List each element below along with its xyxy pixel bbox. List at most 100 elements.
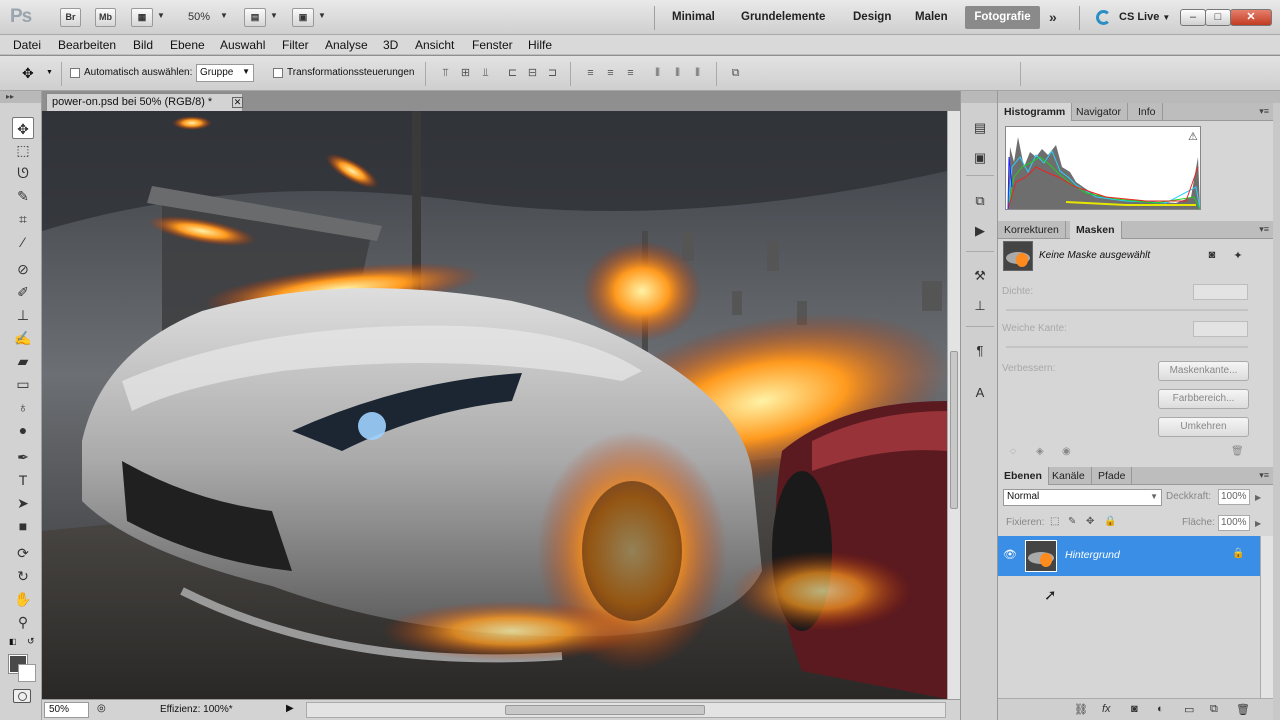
tab-info[interactable]: Info	[1132, 103, 1163, 121]
tab-masken[interactable]: Masken	[1070, 221, 1122, 239]
quick-mask-mode-button[interactable]	[13, 689, 31, 703]
cslive-menu[interactable]: CS Live ▼	[1119, 11, 1170, 23]
menu-3d[interactable]: 3D	[383, 38, 398, 52]
history-brush-tool[interactable]: ✍	[12, 327, 34, 349]
distribute-vcenter-icon[interactable]: ≡	[603, 67, 618, 79]
workspace-fotografie[interactable]: Fotografie	[965, 6, 1040, 29]
distribute-right-icon[interactable]: ⦀	[690, 67, 705, 79]
distribute-top-icon[interactable]: ≡	[583, 67, 598, 79]
more-workspaces-button[interactable]: »	[1049, 9, 1057, 25]
distribute-hcenter-icon[interactable]: ⦀	[670, 67, 685, 79]
align-right-icon[interactable]: ⊐	[545, 67, 560, 79]
new-layer-icon[interactable]: ⧉	[1210, 703, 1218, 716]
density-field[interactable]	[1193, 284, 1248, 300]
canvas-horizontal-scrollbar[interactable]	[306, 702, 946, 718]
swap-colors-icon[interactable]: ↺	[27, 636, 35, 647]
align-hcenter-icon[interactable]: ⊟	[525, 67, 540, 79]
trash-icon[interactable]: 🗑	[1231, 446, 1244, 457]
chevron-down-icon[interactable]: ▼	[157, 11, 165, 20]
lock-position-icon[interactable]: ✥	[1086, 516, 1094, 527]
paragraph-panel-icon[interactable]: ¶	[970, 341, 990, 361]
apply-mask-icon[interactable]: ◈	[1036, 446, 1044, 457]
align-left-icon[interactable]: ⊏	[505, 67, 520, 79]
minimize-button[interactable]: –	[1180, 9, 1206, 26]
fill-arrow-icon[interactable]: ▶	[1255, 519, 1261, 528]
cache-warning-icon[interactable]: ⚠	[1188, 130, 1198, 143]
quick-selection-tool[interactable]: ✎	[12, 185, 34, 207]
path-selection-tool[interactable]: ➤	[12, 492, 34, 514]
disable-mask-icon[interactable]: ◉	[1062, 446, 1071, 457]
tab-kanaele[interactable]: Kanäle	[1046, 467, 1092, 485]
menu-analyse[interactable]: Analyse	[325, 38, 368, 52]
menu-datei[interactable]: Datei	[13, 38, 41, 52]
zoom-level[interactable]: 50%	[188, 11, 210, 23]
tab-histogramm[interactable]: Histogramm	[998, 103, 1073, 121]
feather-field[interactable]	[1193, 321, 1248, 337]
mask-edge-button[interactable]: Maskenkante...	[1158, 361, 1249, 381]
hand-tool[interactable]: ✋	[12, 588, 34, 610]
workspace-design[interactable]: Design	[853, 11, 891, 23]
feather-slider[interactable]	[1006, 346, 1248, 348]
panel-menu-icon[interactable]: ▾≡	[1259, 470, 1269, 481]
pixel-mask-icon[interactable]: ◙	[1204, 249, 1220, 265]
tab-korrekturen[interactable]: Korrekturen	[998, 221, 1066, 239]
pen-tool[interactable]: ✒	[12, 446, 34, 468]
new-group-icon[interactable]: ▭	[1184, 703, 1194, 716]
bridge-button[interactable]: Br	[60, 8, 81, 27]
lasso-tool[interactable]: ᘎ	[12, 162, 34, 184]
trash-icon[interactable]: 🗑	[1236, 703, 1250, 716]
opacity-field[interactable]: 100%	[1218, 489, 1250, 505]
menu-auswahl[interactable]: Auswahl	[220, 38, 265, 52]
load-selection-icon[interactable]: ◌	[1010, 446, 1016, 457]
adjustment-layer-icon[interactable]: ◐	[1157, 703, 1164, 715]
eraser-tool[interactable]: ▰	[12, 350, 34, 372]
workspace-malen[interactable]: Malen	[915, 11, 948, 23]
tab-pfade[interactable]: Pfade	[1092, 467, 1133, 485]
scroll-thumb[interactable]	[950, 351, 958, 509]
blend-mode-dropdown[interactable]: Normal ▼	[1003, 489, 1162, 506]
workspace-minimal[interactable]: Minimal	[672, 11, 715, 23]
tab-ebenen[interactable]: Ebenen	[998, 467, 1049, 485]
status-menu-arrow-icon[interactable]: ▶	[286, 703, 294, 714]
menu-filter[interactable]: Filter	[282, 38, 309, 52]
panels-collapse-handle[interactable]	[998, 91, 1280, 103]
canvas-vertical-scrollbar[interactable]	[947, 111, 960, 699]
cslive-icon[interactable]	[1096, 10, 1111, 25]
layers-scrollbar[interactable]	[1260, 536, 1273, 698]
opacity-arrow-icon[interactable]: ▶	[1255, 493, 1261, 502]
default-colors-icon[interactable]: ◧	[9, 637, 17, 646]
blur-tool[interactable]: ♁	[12, 396, 34, 418]
tools-collapse-handle[interactable]: ▸▸	[0, 91, 41, 103]
density-slider[interactable]	[1006, 309, 1248, 311]
zoom-tool[interactable]: ⚲	[12, 611, 34, 633]
lock-transparent-icon[interactable]: ⬚	[1050, 516, 1059, 527]
screen-mode-button[interactable]: ▣	[292, 8, 314, 27]
animation-panel-icon[interactable]: ▶	[970, 221, 990, 241]
3d-rotate-tool[interactable]: ⟳	[12, 542, 34, 564]
eyedropper-tool[interactable]: ⁄	[12, 231, 34, 253]
arrange-documents-button[interactable]: ▤	[244, 8, 266, 27]
link-layers-icon[interactable]: ⛓	[1074, 703, 1088, 716]
chevron-down-icon[interactable]: ▼	[318, 11, 326, 20]
background-color-swatch[interactable]	[18, 664, 36, 682]
align-bottom-icon[interactable]: ⫫	[478, 67, 493, 79]
transform-controls-checkbox[interactable]	[273, 68, 283, 78]
brush-panel-icon[interactable]: ⚒	[970, 266, 990, 286]
color-range-button[interactable]: Farbbereich...	[1158, 389, 1249, 409]
healing-brush-tool[interactable]: ⊘	[12, 258, 34, 280]
document-canvas[interactable]	[42, 111, 947, 699]
eye-icon[interactable]: 👁	[1003, 548, 1017, 561]
close-tab-icon[interactable]: ✕	[232, 97, 243, 108]
gradient-tool[interactable]: ▭	[12, 373, 34, 395]
shape-tool[interactable]: ■	[12, 515, 34, 537]
invert-button[interactable]: Umkehren	[1158, 417, 1249, 437]
menu-bearbeiten[interactable]: Bearbeiten	[58, 38, 116, 52]
move-tool[interactable]: ✥	[12, 117, 34, 139]
chevron-down-icon[interactable]: ▼	[220, 11, 228, 20]
layer-row-hintergrund[interactable]: 👁 Hintergrund 🔒	[998, 536, 1260, 576]
dodge-tool[interactable]: ●	[12, 419, 34, 441]
minibridge-button[interactable]: Mb	[95, 8, 116, 27]
layer-style-icon[interactable]: fx	[1102, 703, 1111, 715]
info-icon[interactable]: ◎	[97, 703, 106, 714]
auto-align-layers-icon[interactable]: ⧉	[728, 67, 743, 79]
